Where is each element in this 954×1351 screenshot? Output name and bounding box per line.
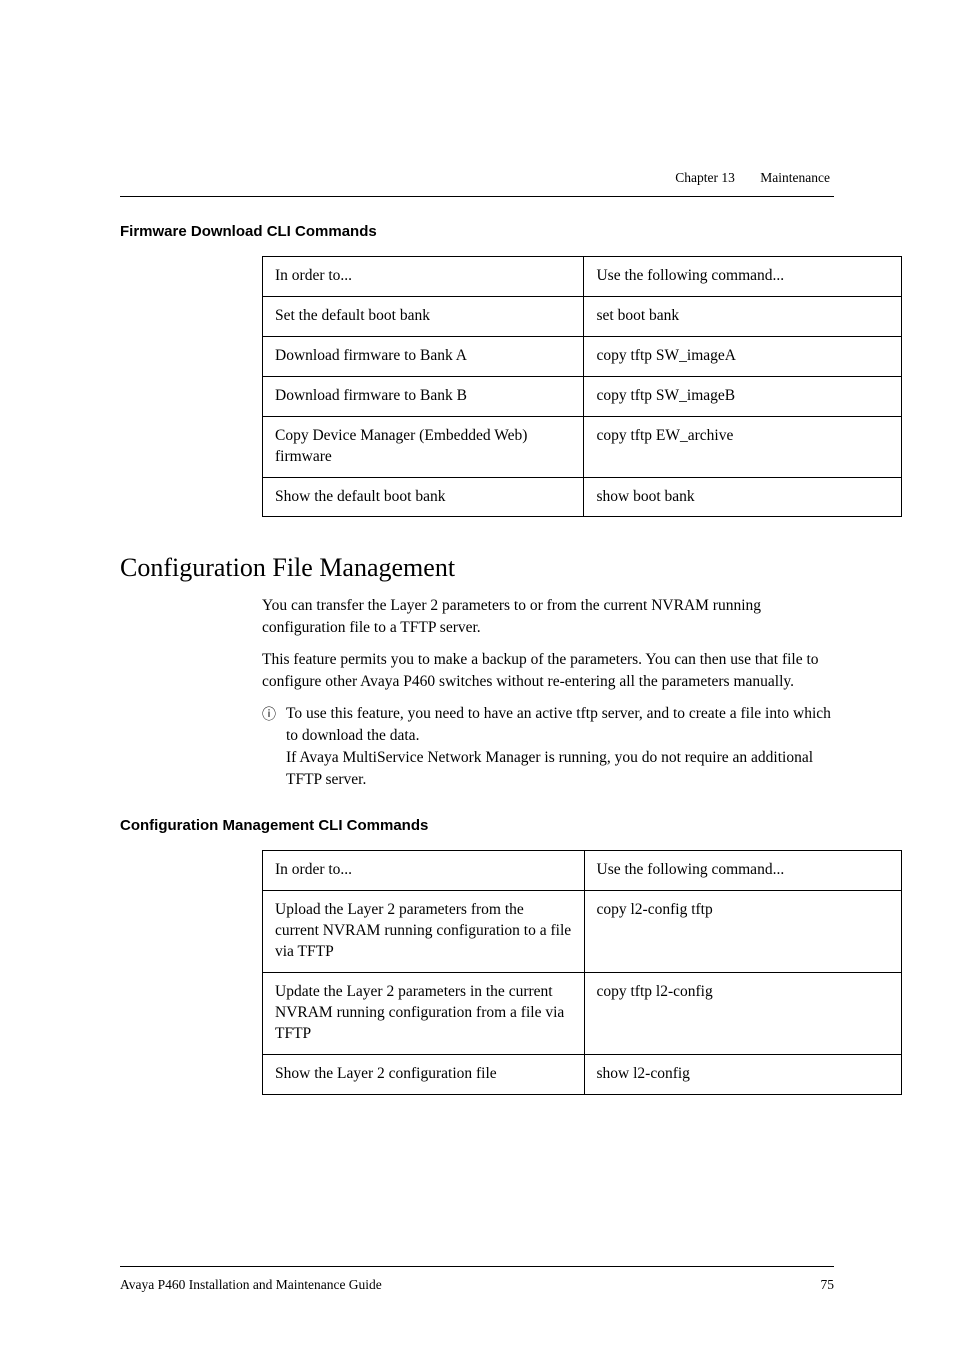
paragraph: You can transfer the Layer 2 parameters … <box>262 595 834 639</box>
cell: copy tftp l2-config <box>584 973 902 1055</box>
table-row: Copy Device Manager (Embedded Web) firmw… <box>263 416 902 477</box>
cell: show boot bank <box>584 477 902 517</box>
cell: set boot bank <box>584 296 902 336</box>
cell: copy tftp EW_archive <box>584 416 902 477</box>
col-header-left: In order to... <box>263 851 585 891</box>
paragraph: This feature permits you to make a backu… <box>262 649 834 693</box>
cell: Download firmware to Bank A <box>263 336 584 376</box>
col-header-right: Use the following command... <box>584 851 902 891</box>
info-icon: ⓘ <box>262 705 276 725</box>
note-line: To use this feature, you need to have an… <box>286 705 831 744</box>
running-header: Chapter 13 Maintenance <box>120 170 834 186</box>
chapter-title: Maintenance <box>760 170 830 185</box>
footer-doc-title: Avaya P460 Installation and Maintenance … <box>120 1277 382 1293</box>
note: ⓘ To use this feature, you need to have … <box>262 703 834 791</box>
cell: Copy Device Manager (Embedded Web) firmw… <box>263 416 584 477</box>
col-header-right: Use the following command... <box>584 257 902 297</box>
table-row: Download firmware to Bank B copy tftp SW… <box>263 376 902 416</box>
table-row: Show the default boot bank show boot ban… <box>263 477 902 517</box>
firmware-cli-heading: Firmware Download CLI Commands <box>120 223 834 240</box>
table-row: Show the Layer 2 configuration file show… <box>263 1054 902 1094</box>
cell: Show the default boot bank <box>263 477 584 517</box>
table-row: In order to... Use the following command… <box>263 257 902 297</box>
cell: Set the default boot bank <box>263 296 584 336</box>
cell: Upload the Layer 2 parameters from the c… <box>263 891 585 973</box>
chapter-label: Chapter 13 <box>675 170 735 185</box>
page-footer: Avaya P460 Installation and Maintenance … <box>120 1266 834 1293</box>
table-row: In order to... Use the following command… <box>263 851 902 891</box>
col-header-left: In order to... <box>263 257 584 297</box>
page: Chapter 13 Maintenance Firmware Download… <box>0 0 954 1351</box>
config-cli-heading: Configuration Management CLI Commands <box>120 817 834 834</box>
table-row: Set the default boot bank set boot bank <box>263 296 902 336</box>
table-row: Update the Layer 2 parameters in the cur… <box>263 973 902 1055</box>
config-file-mgmt-heading: Configuration File Management <box>120 553 834 583</box>
cell: Update the Layer 2 parameters in the cur… <box>263 973 585 1055</box>
body-text-block: You can transfer the Layer 2 parameters … <box>262 595 834 791</box>
cell: copy tftp SW_imageA <box>584 336 902 376</box>
cell: copy tftp SW_imageB <box>584 376 902 416</box>
config-cli-table: In order to... Use the following command… <box>262 850 902 1094</box>
firmware-cli-table: In order to... Use the following command… <box>262 256 902 517</box>
note-text: To use this feature, you need to have an… <box>286 703 834 791</box>
footer-page-number: 75 <box>821 1277 835 1293</box>
table-row: Download firmware to Bank A copy tftp SW… <box>263 336 902 376</box>
note-line: If Avaya MultiService Network Manager is… <box>286 749 813 788</box>
cell: Show the Layer 2 configuration file <box>263 1054 585 1094</box>
cell: Download firmware to Bank B <box>263 376 584 416</box>
cell: show l2-config <box>584 1054 902 1094</box>
header-rule <box>120 196 834 197</box>
table-row: Upload the Layer 2 parameters from the c… <box>263 891 902 973</box>
cell: copy l2-config tftp <box>584 891 902 973</box>
